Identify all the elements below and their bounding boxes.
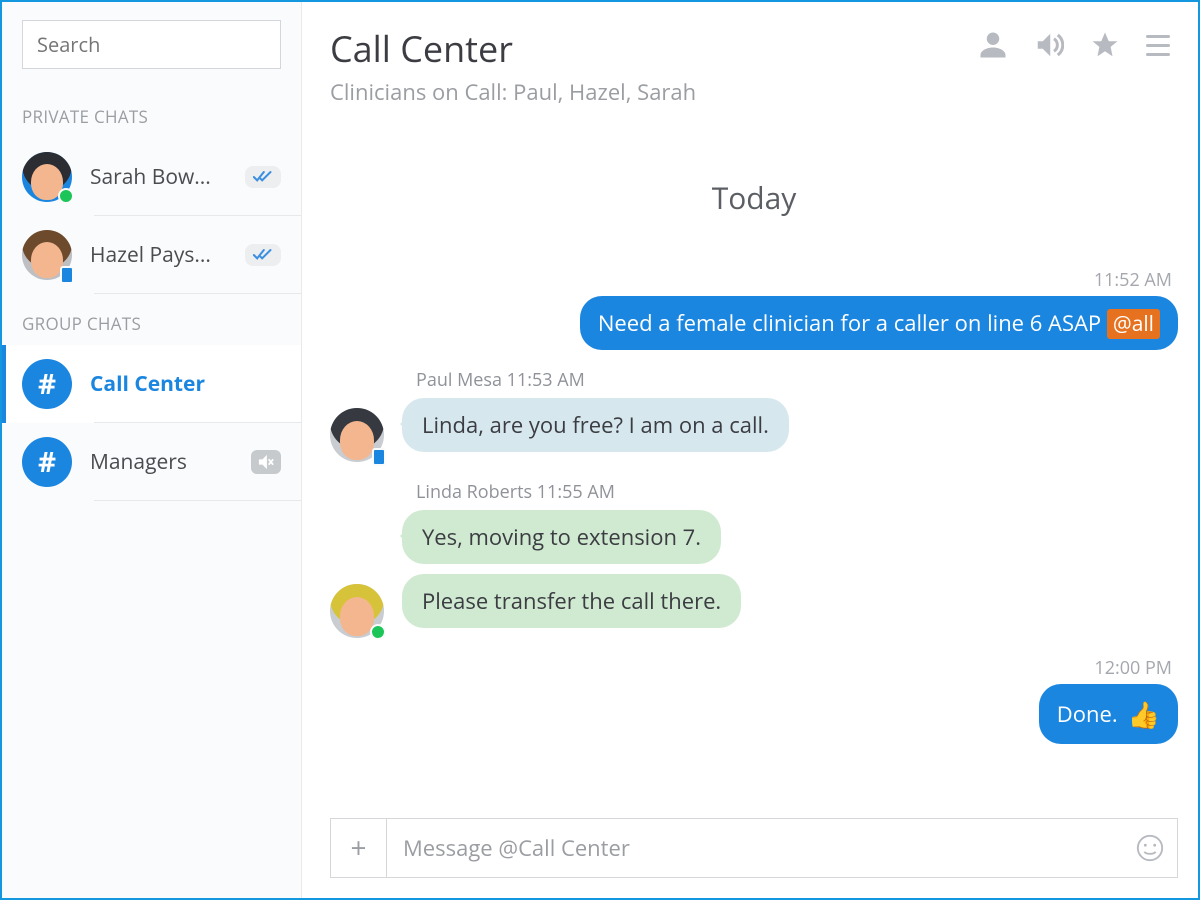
message-outgoing: 11:52 AM Need a female clinician for a c… [330, 268, 1178, 350]
composer: + Message @Call Center [330, 818, 1178, 878]
author: Paul Mesa [416, 368, 502, 392]
hash-icon: # [22, 359, 72, 409]
message-incoming-linda: Linda Roberts 11:55 AM Yes, moving to ex… [330, 480, 1178, 638]
timestamp: 11:55 AM [537, 480, 615, 504]
message-bubble[interactable]: Done. 👍 [1039, 684, 1178, 744]
menu-icon[interactable] [1146, 35, 1170, 56]
read-receipt-icon [245, 244, 281, 266]
timestamp: 12:00 PM [1094, 656, 1172, 680]
group-chat-call-center[interactable]: # Call Center [2, 345, 301, 423]
message-bubble[interactable]: Yes, moving to extension 7. [402, 510, 721, 564]
avatar [330, 584, 384, 638]
presence-online-icon [370, 624, 386, 640]
timestamp: 11:53 AM [507, 368, 585, 392]
chat-name: Managers [90, 448, 243, 476]
presence-online-icon [58, 188, 74, 204]
chat-header: Call Center Clinicians on Call: Paul, Ha… [302, 2, 1198, 117]
message-bubble[interactable]: Please transfer the call there. [402, 574, 741, 628]
avatar [22, 152, 72, 202]
message-list[interactable]: Today 11:52 AM Need a female clinician f… [302, 117, 1198, 808]
thumbs-up-icon: 👍 [1128, 696, 1160, 732]
day-separator: Today [330, 177, 1178, 218]
message-incoming-paul: Paul Mesa 11:53 AM Linda, are you free? … [330, 368, 1178, 462]
read-receipt-icon [245, 166, 281, 188]
room-subtitle: Clinicians on Call: Paul, Hazel, Sarah [330, 77, 978, 107]
members-icon[interactable] [978, 30, 1008, 60]
private-chat-sarah[interactable]: Sarah Bow... [2, 138, 301, 216]
chat-name: Call Center [90, 370, 281, 398]
timestamp: 11:52 AM [1094, 268, 1172, 292]
app-window: PRIVATE CHATS Sarah Bow... Hazel Pays... [0, 0, 1200, 900]
star-icon[interactable] [1090, 30, 1120, 60]
message-bubble[interactable]: Need a female clinician for a caller on … [580, 296, 1178, 350]
message-input[interactable]: Message @Call Center [387, 819, 1123, 877]
speaker-icon[interactable] [1034, 30, 1064, 60]
group-chats-label: GROUP CHATS [22, 312, 281, 335]
message-text: Done. [1057, 699, 1118, 729]
muted-icon [251, 450, 281, 474]
search-input[interactable] [22, 20, 281, 69]
main-pane: Call Center Clinicians on Call: Paul, Ha… [302, 2, 1198, 898]
group-chat-managers[interactable]: # Managers [2, 423, 301, 501]
presence-mobile-icon [60, 266, 74, 284]
sidebar: PRIVATE CHATS Sarah Bow... Hazel Pays... [2, 2, 302, 898]
presence-mobile-icon [372, 448, 386, 466]
hash-icon: # [22, 437, 72, 487]
private-chat-hazel[interactable]: Hazel Pays... [2, 216, 301, 294]
message-text: Need a female clinician for a caller on … [598, 308, 1107, 338]
message-bubble[interactable]: Linda, are you free? I am on a call. [402, 398, 789, 452]
room-title: Call Center [330, 24, 978, 73]
chat-name: Sarah Bow... [90, 163, 237, 191]
avatar [330, 408, 384, 462]
message-meta: Paul Mesa 11:53 AM [416, 368, 1178, 392]
author: Linda Roberts [416, 480, 532, 504]
private-chats-label: PRIVATE CHATS [22, 105, 281, 128]
chat-name: Hazel Pays... [90, 241, 237, 269]
avatar [22, 230, 72, 280]
emoji-button[interactable] [1123, 819, 1177, 877]
mention-all: @all [1107, 309, 1160, 339]
message-meta: Linda Roberts 11:55 AM [416, 480, 1178, 504]
message-outgoing: 12:00 PM Done. 👍 [330, 656, 1178, 744]
attach-button[interactable]: + [331, 819, 387, 877]
